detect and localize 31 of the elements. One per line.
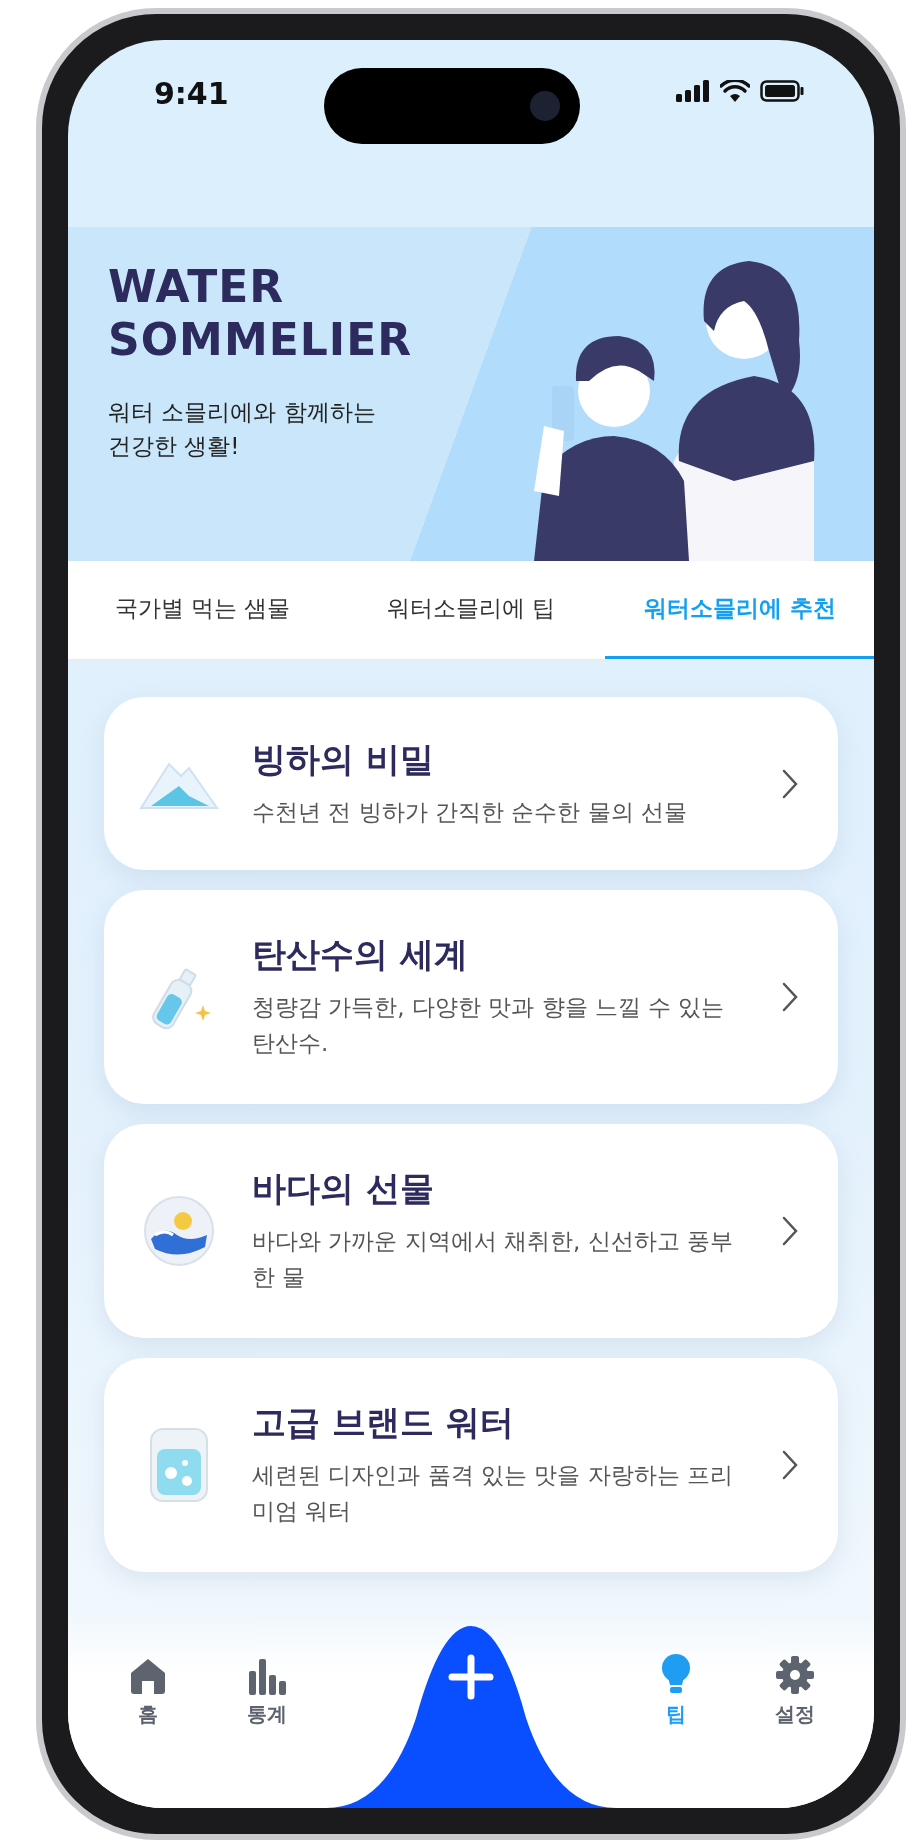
nav-item[interactable]: 홈 [88, 1657, 207, 1728]
battery-icon [760, 80, 804, 102]
bar-chart-icon [246, 1657, 287, 1695]
chevron-right-icon [782, 1216, 798, 1246]
card-title: 빙하의 비밀 [252, 737, 435, 781]
card-description: 수천년 전 빙하가 간직한 순수한 물의 선물 [252, 797, 688, 827]
recommendation-card[interactable]: 빙하의 비밀 수천년 전 빙하가 간직한 순수한 물의 선물 [104, 697, 838, 870]
banner-subtitle: 워터 소믈리에와 함께하는 건강한 생활! [108, 397, 377, 462]
recommendation-card[interactable]: 바다의 선물 바다와 가까운 지역에서 채취한, 신선하고 풍부한 물 [104, 1124, 838, 1338]
status-time: 9:41 [154, 76, 229, 111]
nav-item[interactable]: 통계 [207, 1657, 326, 1728]
sea-wave-icon [143, 1195, 215, 1267]
card-title: 탄산수의 세계 [252, 933, 469, 977]
signal-icon [676, 80, 710, 102]
card-description: 바다와 가까운 지역에서 채취한, 신선하고 풍부한 물 [252, 1227, 734, 1292]
card-description: 청량감 가득한, 다양한 맛과 향을 느낄 수 있는 탄산수. [252, 993, 726, 1058]
settings-icon [774, 1655, 815, 1695]
chevron-right-icon [782, 768, 798, 799]
card-description: 세련된 디자인과 품격 있는 맛을 자랑하는 프리미엄 워터 [252, 1461, 734, 1526]
chevron-right-icon [782, 1450, 798, 1480]
app-title: WATER SOMMELIER [108, 261, 413, 367]
tab[interactable]: 국가별 먹는 샘물 [68, 561, 337, 659]
card-title: 바다의 선물 [252, 1167, 435, 1211]
card-title: 고급 브랜드 워터 [252, 1401, 515, 1445]
water-glass-icon [147, 1427, 211, 1503]
nav-item[interactable]: 설정 [735, 1655, 854, 1728]
tab[interactable]: 워터소믈리에 팁 [336, 561, 606, 659]
chevron-right-icon [782, 982, 798, 1012]
wifi-icon [720, 80, 750, 102]
recommendation-card[interactable]: 고급 브랜드 워터 세련된 디자인과 품격 있는 맛을 자랑하는 프리미엄 워터 [104, 1358, 838, 1572]
recommendation-card[interactable]: 탄산수의 세계 청량감 가득한, 다양한 맛과 향을 느낄 수 있는 탄산수. [104, 890, 838, 1104]
